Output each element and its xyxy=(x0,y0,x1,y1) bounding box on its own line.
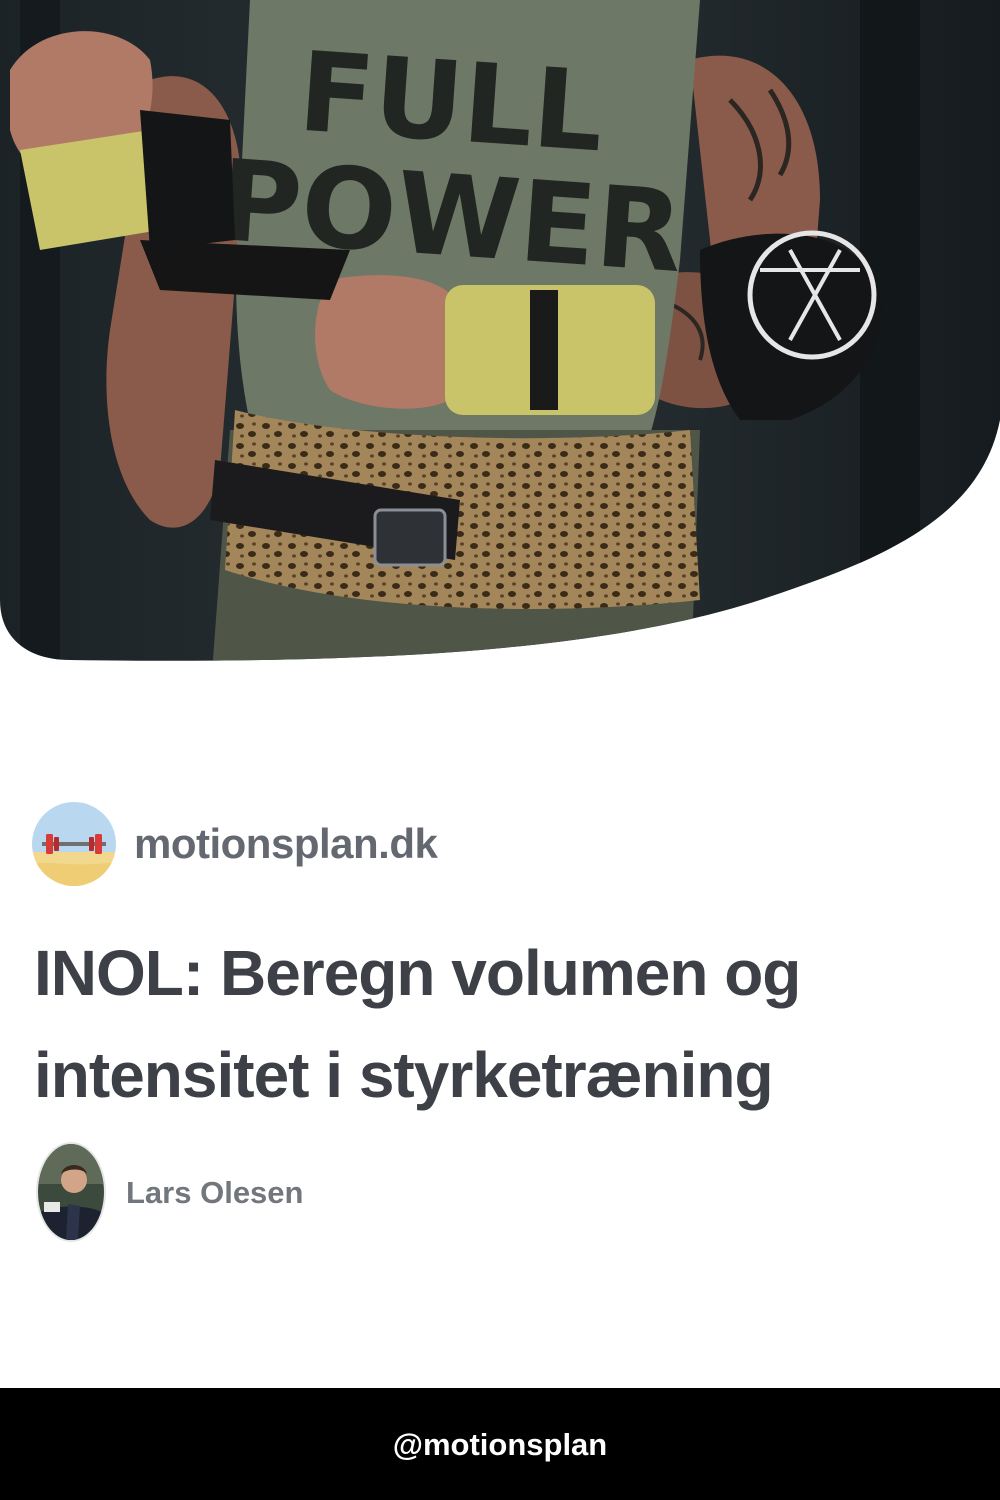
article-title: INOL: Beregn volumen og intensitet i sty… xyxy=(34,937,801,1111)
site-header: motionsplan.dk xyxy=(32,802,438,886)
footer-handle[interactable]: @motionsplan xyxy=(393,1429,608,1460)
footer-bar: @motionsplan xyxy=(0,1388,1000,1500)
hero-image: FULL POWER xyxy=(0,0,1000,700)
author-name[interactable]: Lars Olesen xyxy=(126,1177,303,1208)
author-byline: Lars Olesen xyxy=(36,1142,303,1242)
barbell-icon xyxy=(32,802,116,886)
author-avatar[interactable] xyxy=(36,1142,106,1242)
site-name[interactable]: motionsplan.dk xyxy=(134,823,438,865)
